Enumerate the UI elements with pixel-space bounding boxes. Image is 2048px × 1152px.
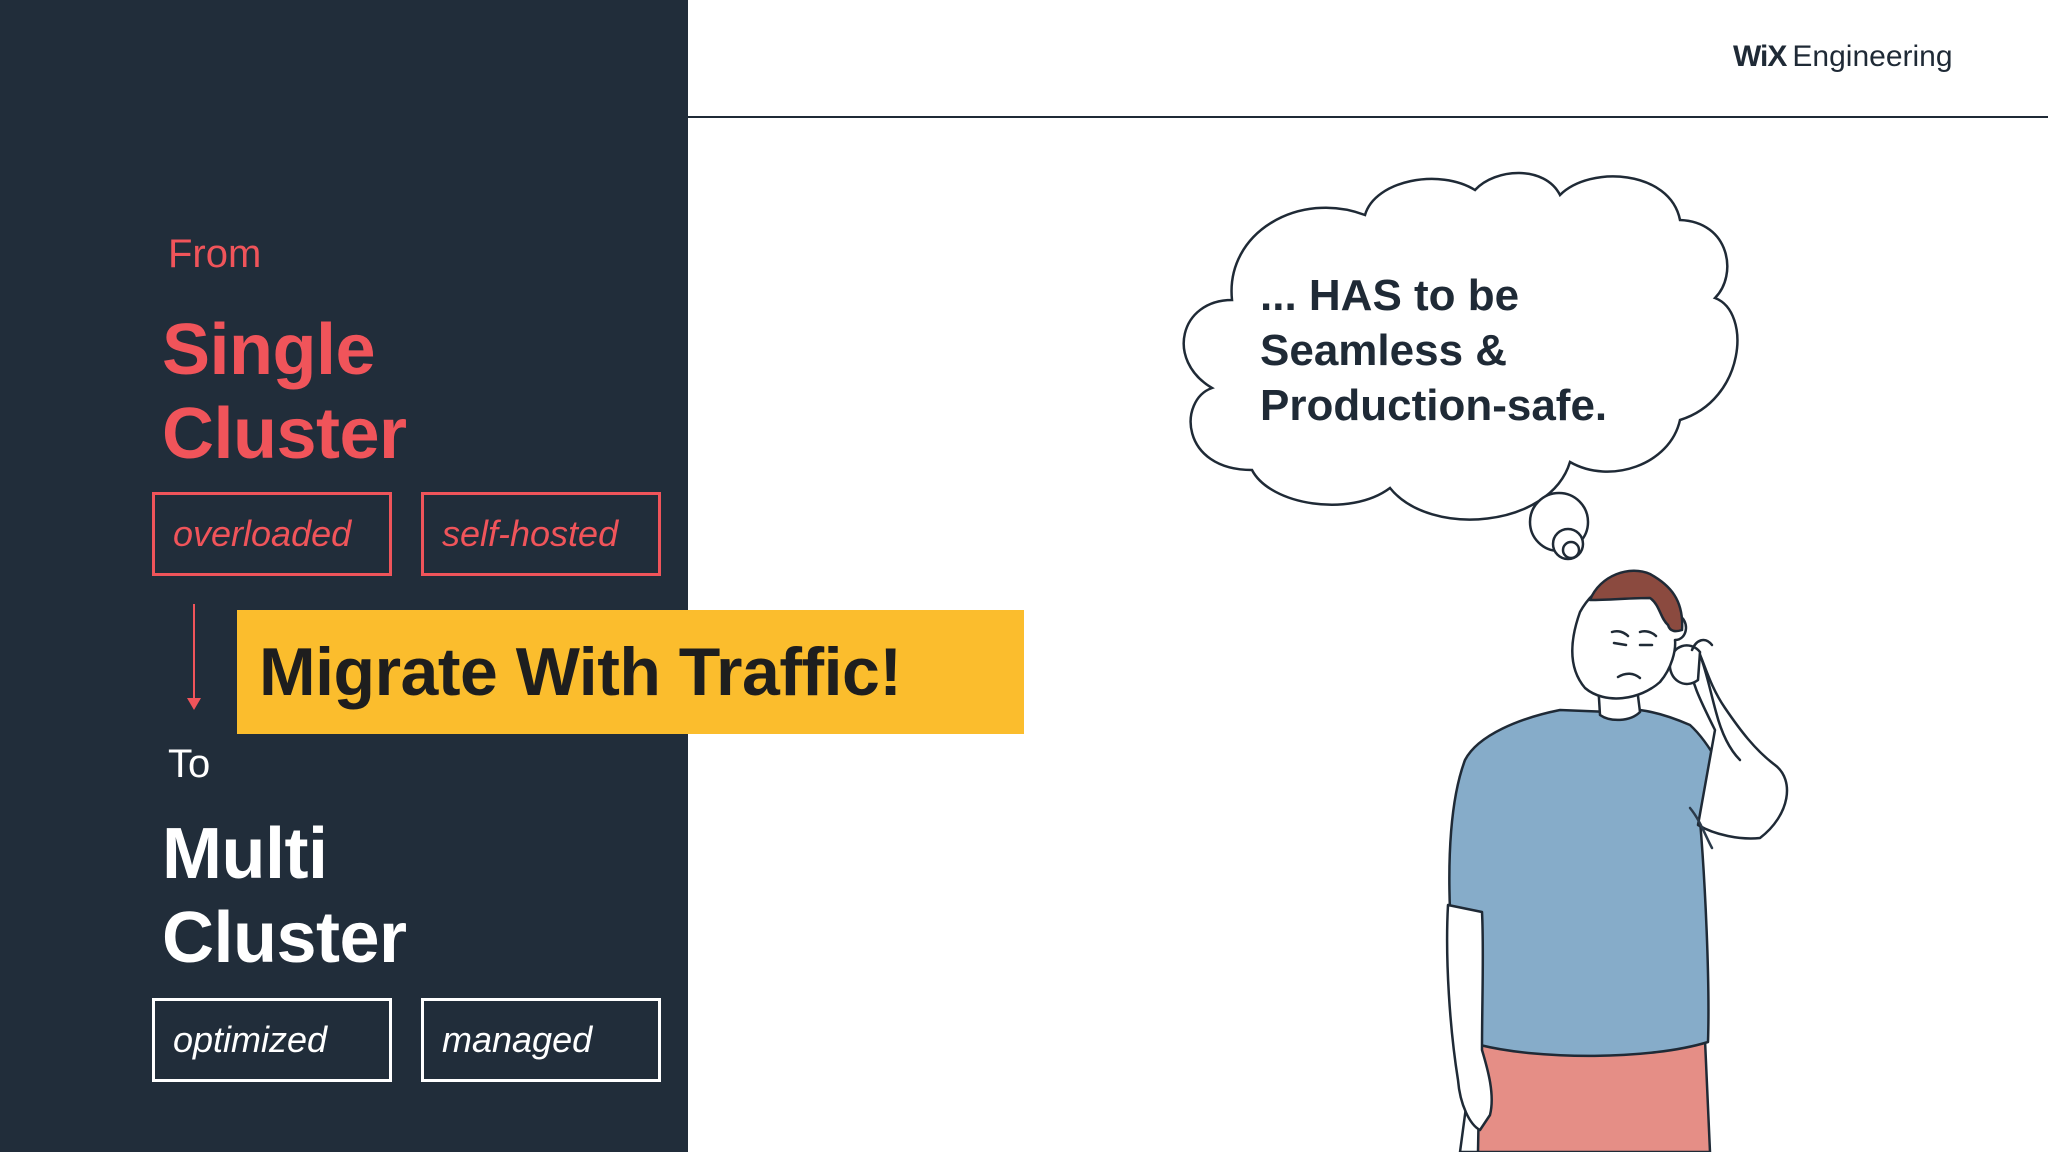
from-title: Single Cluster bbox=[162, 308, 407, 476]
to-title-line2: Cluster bbox=[162, 898, 407, 978]
person-figure bbox=[1445, 569, 1789, 1152]
from-title-line1: Single bbox=[162, 310, 376, 390]
to-title: Multi Cluster bbox=[162, 812, 407, 980]
migrate-banner: Migrate With Traffic! bbox=[237, 610, 1024, 734]
arrow-head-icon bbox=[187, 698, 201, 710]
tag-self-hosted: self-hosted bbox=[421, 492, 661, 576]
to-title-line1: Multi bbox=[162, 814, 328, 894]
from-label: From bbox=[168, 232, 262, 276]
brand-name: Engineering bbox=[1792, 40, 1953, 73]
wix-logo: WiX bbox=[1733, 40, 1787, 73]
from-title-line2: Cluster bbox=[162, 394, 407, 474]
left-panel: From Single Cluster overloaded self-host… bbox=[0, 0, 688, 1152]
thought-line2: Seamless & bbox=[1260, 326, 1508, 375]
header-divider bbox=[688, 116, 2048, 118]
thought-text: ... HAS to be Seamless & Production-safe… bbox=[1260, 268, 1607, 433]
tag-managed: managed bbox=[421, 998, 661, 1082]
brand-logo: WiX Engineering bbox=[1733, 40, 1953, 74]
thought-line3: Production-safe. bbox=[1260, 381, 1608, 430]
arrow-down-icon bbox=[193, 604, 195, 698]
tag-overloaded: overloaded bbox=[152, 492, 392, 576]
banner-text: Migrate With Traffic! bbox=[259, 634, 902, 710]
tag-optimized: optimized bbox=[152, 998, 392, 1082]
to-label: To bbox=[168, 742, 211, 786]
thought-line1: ... HAS to be bbox=[1260, 271, 1520, 320]
